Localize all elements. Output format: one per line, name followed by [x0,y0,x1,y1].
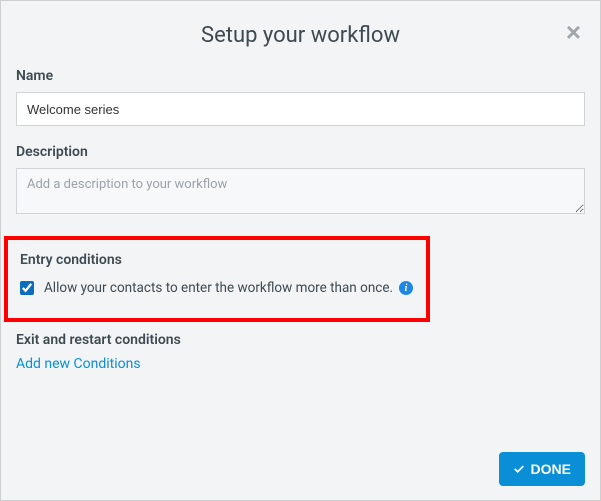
modal-title: Setup your workflow [16,23,585,48]
check-icon [513,463,525,475]
entry-conditions-title: Entry conditions [20,252,414,268]
done-button-label: DONE [531,461,571,477]
description-textarea[interactable] [16,168,585,214]
close-icon: × [566,17,581,47]
entry-allow-reentry-checkbox[interactable] [20,281,34,295]
entry-checkbox-label: Allow your contacts to enter the workflo… [44,280,393,296]
exit-restart-title: Exit and restart conditions [16,332,585,348]
modal-footer: DONE [499,452,585,486]
modal-header: Setup your workflow × [16,15,585,68]
entry-checkbox-label-wrap[interactable]: Allow your contacts to enter the workflo… [44,280,413,296]
name-label: Name [16,68,585,84]
description-label: Description [16,144,585,160]
workflow-setup-modal: Setup your workflow × Name Description E… [0,0,601,501]
description-group: Description [16,144,585,218]
info-icon[interactable]: i [399,281,413,295]
entry-conditions-highlight: Entry conditions Allow your contacts to … [4,236,430,322]
done-button[interactable]: DONE [499,452,585,486]
exit-restart-section: Exit and restart conditions Add new Cond… [16,332,585,372]
name-input[interactable] [16,92,585,126]
close-button[interactable]: × [566,19,581,45]
name-group: Name [16,68,585,126]
add-conditions-link[interactable]: Add new Conditions [16,356,141,372]
entry-checkbox-row: Allow your contacts to enter the workflo… [20,280,414,296]
